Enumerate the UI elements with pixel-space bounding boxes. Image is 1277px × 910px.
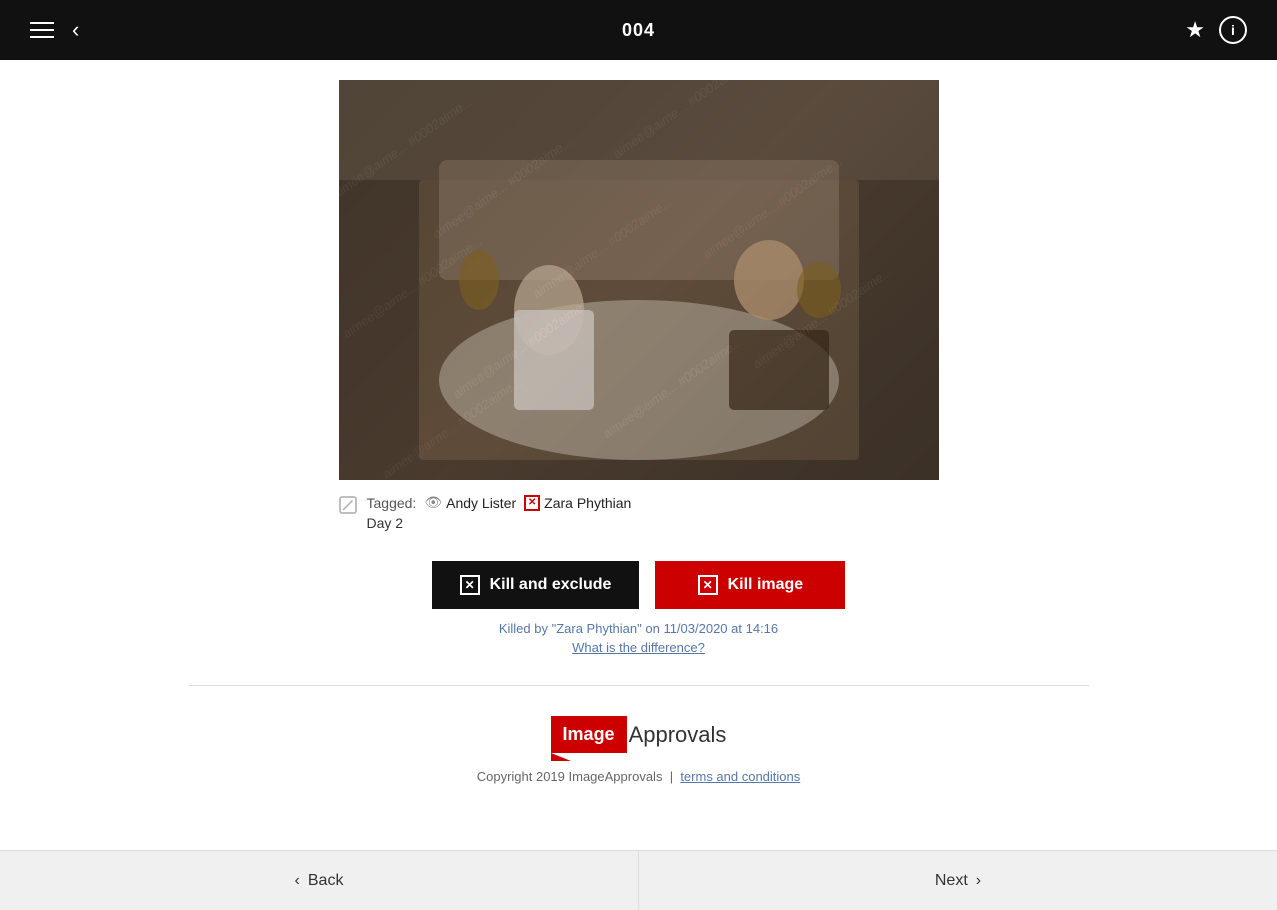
header: ‹ 004 ★ i (0, 0, 1277, 60)
kill-exclude-label: Kill and exclude (490, 576, 612, 594)
main-content: aimee@aime... #0002aime... aimee@aime...… (0, 60, 1277, 784)
logo-image-part: Image (551, 716, 627, 753)
logo-section: Image Approvals Copyright 2019 ImageAppr… (477, 716, 801, 784)
copyright-text: Copyright 2019 ImageApprovals | terms an… (477, 769, 801, 784)
next-nav-button[interactable]: Next › (639, 851, 1277, 910)
hamburger-icon[interactable] (30, 22, 54, 38)
logo: Image Approvals (551, 716, 727, 753)
next-nav-label: Next (935, 872, 968, 890)
next-chevron-nav-icon: › (976, 872, 981, 890)
back-chevron-icon[interactable]: ‹ (72, 19, 79, 41)
killed-by-text: Killed by "Zara Phythian" on 11/03/2020 … (499, 621, 778, 636)
photo-container: aimee@aime... #0002aime... aimee@aime...… (339, 80, 939, 480)
copyright-label: Copyright 2019 ImageApprovals (477, 769, 663, 784)
header-right: ★ i (1185, 16, 1247, 44)
kill-image-x-icon: ✕ (698, 575, 718, 595)
kill-image-button[interactable]: ✕ Kill image (655, 561, 845, 609)
terms-link[interactable]: terms and conditions (680, 769, 800, 784)
buttons-section: ✕ Kill and exclude ✕ Kill image (432, 561, 846, 609)
what-difference-link[interactable]: What is the difference? (499, 640, 778, 655)
tags-section: Tagged: 👁 Andy Lister ✕ Zara Phythian Da… (339, 494, 939, 531)
tagged-row: Tagged: 👁 Andy Lister ✕ Zara Phythian (367, 494, 632, 511)
kill-image-label: Kill image (728, 576, 804, 594)
edit-icon[interactable] (339, 496, 357, 519)
photo-image: aimee@aime... #0002aime... aimee@aime...… (339, 80, 939, 480)
eye-icon: 👁 (424, 494, 442, 511)
tags-content: Tagged: 👁 Andy Lister ✕ Zara Phythian Da… (367, 494, 632, 531)
tag-andy-name: Andy Lister (446, 495, 516, 511)
x-box-icon: ✕ (524, 495, 540, 511)
kill-and-exclude-button[interactable]: ✕ Kill and exclude (432, 561, 640, 609)
tag-person-zara: ✕ Zara Phythian (524, 495, 631, 511)
favorite-star-icon[interactable]: ★ (1185, 17, 1205, 43)
section-divider (189, 685, 1089, 686)
copyright-separator: | (670, 769, 673, 784)
kill-exclude-x-icon: ✕ (460, 575, 480, 595)
tag-person-andy: 👁 Andy Lister (424, 494, 516, 511)
header-left: ‹ (30, 19, 79, 41)
page-number: 004 (622, 20, 655, 41)
tag-zara-name: Zara Phythian (544, 495, 631, 511)
back-nav-button[interactable]: ‹ Back (0, 851, 639, 910)
tagged-label: Tagged: (367, 495, 417, 511)
back-nav-label: Back (308, 872, 344, 890)
back-chevron-nav-icon: ‹ (295, 872, 300, 890)
logo-approvals-part: Approvals (629, 722, 727, 748)
tag-day: Day 2 (367, 515, 632, 531)
bottom-nav: ‹ Back Next › (0, 850, 1277, 910)
info-icon[interactable]: i (1219, 16, 1247, 44)
killed-info: Killed by "Zara Phythian" on 11/03/2020 … (499, 621, 778, 655)
